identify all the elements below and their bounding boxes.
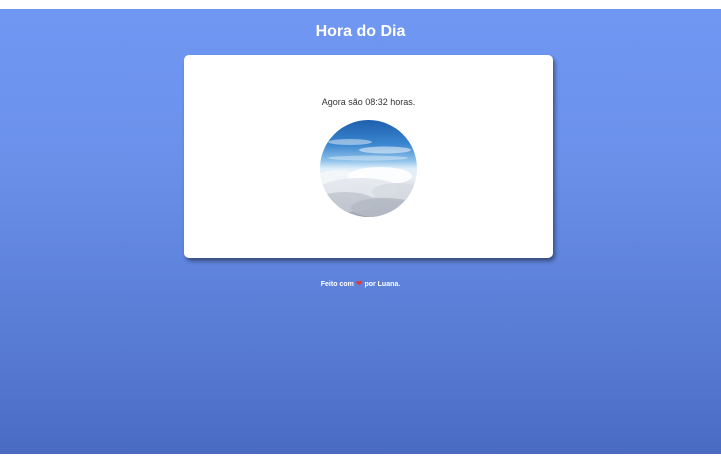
footer-prefix: Feito com <box>320 281 354 288</box>
page-title: Hora do Dia <box>315 23 406 40</box>
time-message: Agora são 08:32 horas. <box>321 97 416 107</box>
footer-suffix: por Luana. <box>364 281 401 288</box>
time-card: Agora são 08:32 horas. <box>184 55 553 258</box>
page-background: Hora do Dia Agora são 08:32 horas. Feito… <box>0 9 721 454</box>
footer-credit: Feito com ❤ por Luana. <box>0 279 721 289</box>
sky-clouds-illustration <box>320 120 417 217</box>
sky-image <box>320 120 417 217</box>
heart-icon: ❤ <box>355 279 363 288</box>
